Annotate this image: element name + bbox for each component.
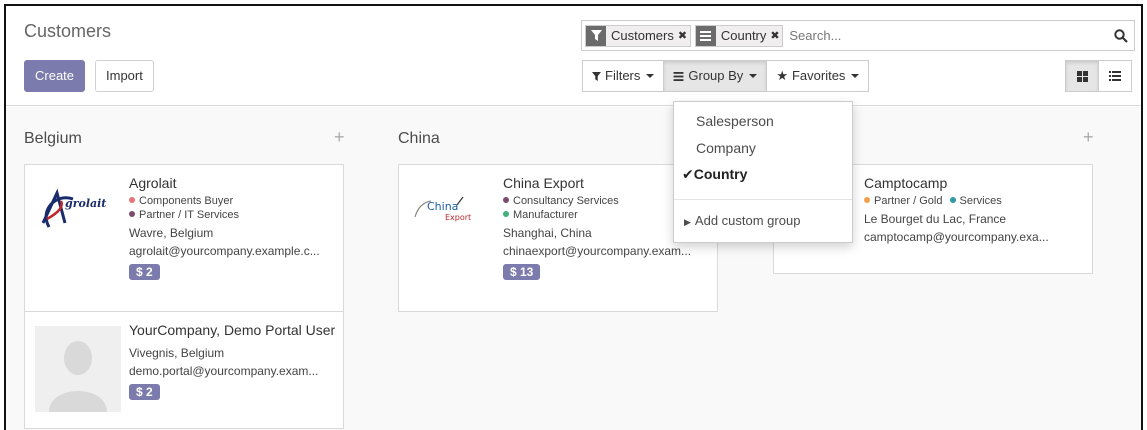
favorites-label: Favorites xyxy=(791,68,846,83)
search-icon[interactable] xyxy=(1108,28,1134,43)
tag-dot xyxy=(949,197,956,203)
kanban-view-button[interactable] xyxy=(1065,60,1099,92)
list-view-button[interactable] xyxy=(1098,60,1132,92)
company-logo: China Export xyxy=(409,183,495,269)
category-tag: Partner / IT Services xyxy=(129,208,339,222)
filters-button[interactable]: Filters xyxy=(582,60,665,92)
logo-subtext: Export xyxy=(445,213,471,222)
customer-email: camptocamp@yourcompany.exa... xyxy=(864,230,1049,244)
tag-dot xyxy=(129,211,135,217)
customer-card[interactable]: China Export China Export Consultancy Se… xyxy=(398,164,718,312)
group-by-label: Group By xyxy=(688,68,744,83)
filter-icon xyxy=(592,71,601,81)
kanban-icon xyxy=(1076,70,1088,82)
logo-text: China xyxy=(427,200,458,213)
caret-down-icon xyxy=(646,74,655,78)
star-icon: ★ xyxy=(776,68,788,83)
add-custom-group[interactable]: ▶ Add custom group xyxy=(684,213,800,228)
category-tag: Partner / Gold Services xyxy=(864,194,1074,208)
create-button[interactable]: Create xyxy=(24,60,86,92)
tag-dot xyxy=(503,197,509,203)
tag-dot xyxy=(864,197,870,203)
customer-email: chinaexport@yourcompany.exam... xyxy=(503,244,692,258)
caret-down-icon xyxy=(851,74,860,78)
tag-dot xyxy=(503,211,509,217)
search-input[interactable] xyxy=(787,23,1108,48)
checkmark-icon: ✔ xyxy=(682,166,694,182)
card-body: Camptocamp Partner / Gold Services Le Bo… xyxy=(864,175,1074,244)
list-icon xyxy=(1109,71,1121,81)
groupby-icon xyxy=(695,25,716,46)
facet-label: Customers xyxy=(611,27,674,43)
search-options: Filters Group By ★ Favorites xyxy=(582,60,870,92)
remove-facet-icon[interactable]: ✖ xyxy=(678,26,690,46)
remove-facet-icon[interactable]: ✖ xyxy=(770,26,782,46)
company-logo: grolait xyxy=(35,179,121,265)
kanban-board: Belgium + grolait Agrolait Components Bu… xyxy=(6,107,1141,430)
caret-right-icon: ▶ xyxy=(684,217,691,227)
filters-label: Filters xyxy=(605,68,641,83)
category-tag: Components Buyer xyxy=(129,194,339,208)
menu-divider xyxy=(674,199,852,200)
avatar xyxy=(35,326,121,412)
groupby-option-company[interactable]: Company xyxy=(696,140,756,156)
control-panel: Customers Create Import Customers ✖ Coun… xyxy=(6,6,1141,106)
customer-location: Wavre, Belgium xyxy=(129,226,214,240)
add-record-icon[interactable]: + xyxy=(1083,127,1094,148)
customer-location: Vivegnis, Belgium xyxy=(129,346,225,360)
option-label: Country xyxy=(693,166,748,182)
import-button[interactable]: Import xyxy=(95,60,154,92)
facet-label: Country xyxy=(720,27,767,43)
page-title: Customers xyxy=(24,21,112,41)
groupby-option-country[interactable]: ✔Country xyxy=(682,166,747,183)
sales-badge[interactable]: $ 13 xyxy=(503,264,541,280)
search-bar: Customers ✖ Country ✖ xyxy=(581,20,1135,51)
customer-email: agrolait@yourcompany.example.c... xyxy=(129,244,320,258)
option-label: Add custom group xyxy=(694,213,801,228)
customer-name[interactable]: YourCompany, Demo Portal User xyxy=(129,322,339,338)
column-title: China xyxy=(398,130,440,147)
card-body: YourCompany, Demo Portal User Vivegnis, … xyxy=(129,322,339,400)
search-facet-country[interactable]: Country ✖ xyxy=(694,24,784,47)
customer-email: demo.portal@yourcompany.exam... xyxy=(129,364,319,378)
group-by-button[interactable]: Group By xyxy=(663,60,768,92)
column-title: Belgium xyxy=(24,130,82,147)
card-body: Agrolait Components Buyer Partner / IT S… xyxy=(129,175,339,280)
groupby-option-salesperson[interactable]: Salesperson xyxy=(696,113,774,129)
customer-name[interactable]: Camptocamp xyxy=(864,175,1074,191)
customer-location: Le Bourget du Lac, France xyxy=(864,212,1007,226)
app-frame: Customers Create Import Customers ✖ Coun… xyxy=(4,4,1143,430)
group-by-dropdown: Salesperson Company ✔Country ▶ Add custom… xyxy=(673,101,853,243)
caret-down-icon xyxy=(749,74,758,78)
favorites-button[interactable]: ★ Favorites xyxy=(766,60,870,92)
filter-icon xyxy=(586,25,606,46)
customer-name[interactable]: Agrolait xyxy=(129,175,339,191)
add-record-icon[interactable]: + xyxy=(334,127,345,148)
customer-card[interactable]: grolait Agrolait Components Buyer Partne… xyxy=(24,164,344,312)
sales-badge[interactable]: $ 2 xyxy=(129,264,160,280)
customer-card[interactable]: YourCompany, Demo Portal User Vivegnis, … xyxy=(24,311,344,429)
search-facet-customers[interactable]: Customers ✖ xyxy=(585,24,691,47)
bars-icon xyxy=(673,71,684,81)
tag-dot xyxy=(129,197,135,203)
view-switcher xyxy=(1065,60,1132,92)
sales-badge[interactable]: $ 2 xyxy=(129,384,160,400)
logo-text: grolait xyxy=(65,197,106,210)
